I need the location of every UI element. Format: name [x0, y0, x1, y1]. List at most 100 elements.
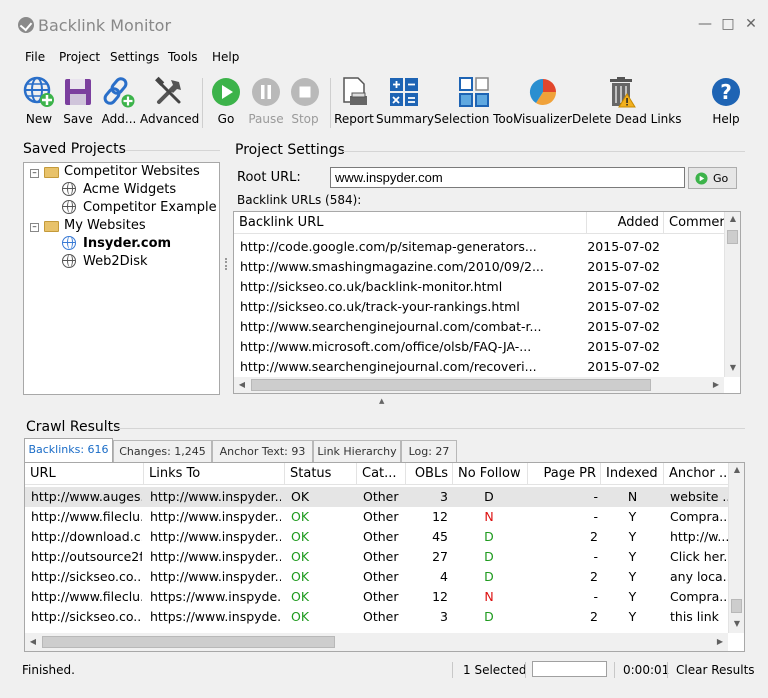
status-separator: [525, 662, 526, 678]
cell-page-pr: -: [593, 589, 598, 604]
cell-no-follow: D: [484, 489, 494, 504]
new-button[interactable]: New: [18, 72, 60, 128]
delete-dead-links-label: Delete Dead Links: [572, 112, 682, 126]
help-label: Help: [712, 112, 740, 126]
scroll-up-icon[interactable]: ▲: [725, 214, 740, 223]
scroll-thumb[interactable]: [251, 379, 651, 391]
menu-help[interactable]: Help: [212, 50, 239, 64]
crawl-results-grid[interactable]: URL Links To Status Cat... OBLs No Follo…: [24, 462, 745, 652]
column-header-url[interactable]: URL: [25, 463, 144, 485]
scroll-thumb[interactable]: [42, 636, 335, 648]
table-row[interactable]: http://www.searchenginejournal.com/recov…: [234, 357, 724, 377]
column-header-category[interactable]: Cat...: [357, 463, 406, 485]
scroll-left-icon[interactable]: ◀: [234, 380, 250, 389]
cell-added: 2015-07-02: [587, 339, 660, 354]
tree-item-insyder[interactable]: Insyder.com: [83, 235, 171, 253]
report-button[interactable]: Report: [334, 72, 374, 128]
clear-results-button[interactable]: Clear Results: [676, 660, 755, 680]
visualizer-button[interactable]: Visualizer: [514, 72, 572, 128]
go-button[interactable]: Go: [207, 72, 245, 128]
vertical-splitter[interactable]: [225, 258, 227, 270]
tab-log[interactable]: Log: 27: [401, 440, 457, 462]
backlink-urls-grid[interactable]: Backlink URL Added Commer http://code.go…: [233, 211, 741, 394]
save-button[interactable]: Save: [60, 72, 96, 128]
horizontal-scrollbar[interactable]: ◀ ▶: [234, 377, 724, 393]
menu-settings[interactable]: Settings: [110, 50, 159, 64]
cell-obls: 27: [432, 549, 448, 564]
splitter-up-icon[interactable]: ▲: [379, 397, 384, 405]
tree-group-competitor-websites[interactable]: Competitor Websites: [64, 163, 200, 181]
table-row[interactable]: http://www.auges... http://www.inspyder..…: [25, 487, 728, 507]
project-tree[interactable]: – Competitor Websites Acme Widgets Compe…: [23, 162, 220, 395]
minimize-icon[interactable]: —: [695, 14, 715, 34]
table-row[interactable]: http://www.smashingmagazine.com/2010/09/…: [234, 257, 724, 277]
scroll-right-icon[interactable]: ▶: [708, 380, 724, 389]
cell-backlink-url: http://www.searchenginejournal.com/recov…: [240, 359, 537, 374]
table-row[interactable]: http://code.google.com/p/sitemap-generat…: [234, 237, 724, 257]
go-label: Go: [217, 112, 235, 126]
selection-tool-button[interactable]: Selection Tool: [434, 72, 516, 128]
column-header-status[interactable]: Status: [285, 463, 357, 485]
table-row[interactable]: http://outsource2f... http://www.inspyder…: [25, 547, 728, 567]
vertical-scrollbar[interactable]: ▲ ▼: [728, 463, 744, 633]
root-url-input[interactable]: [330, 167, 685, 188]
scroll-down-icon[interactable]: ▼: [725, 363, 740, 372]
tab-link-hierarchy[interactable]: Link Hierarchy: [313, 440, 401, 462]
delete-dead-links-button[interactable]: Delete Dead Links: [572, 72, 682, 128]
column-header-comments[interactable]: Commer: [664, 212, 724, 234]
table-row[interactable]: http://www.microsoft.com/office/olsb/FAQ…: [234, 337, 724, 357]
column-header-backlink-url[interactable]: Backlink URL: [234, 212, 587, 234]
root-url-go-button[interactable]: Go: [688, 167, 737, 189]
tree-item-acme-widgets[interactable]: Acme Widgets: [83, 181, 176, 199]
pause-button[interactable]: Pause: [246, 72, 286, 128]
table-row[interactable]: http://www.fileclu... http://www.inspyder…: [25, 507, 728, 527]
tree-group-my-websites[interactable]: My Websites: [64, 217, 146, 235]
menu-file[interactable]: File: [25, 50, 45, 64]
collapse-toggle-icon[interactable]: –: [30, 223, 39, 232]
cell-category: Other: [363, 609, 399, 624]
scroll-down-icon[interactable]: ▼: [729, 619, 744, 628]
cell-status: OK: [291, 529, 310, 544]
table-row[interactable]: http://sickseo.co.uk/track-your-rankings…: [234, 297, 724, 317]
scroll-thumb[interactable]: [727, 230, 738, 244]
help-button[interactable]: ? Help: [706, 72, 746, 128]
scroll-up-icon[interactable]: ▲: [729, 465, 744, 474]
scroll-left-icon[interactable]: ◀: [25, 637, 41, 646]
column-header-indexed[interactable]: Indexed: [601, 463, 664, 485]
pie-chart-icon: [529, 78, 557, 106]
calculator-icon: [390, 78, 418, 106]
stop-button[interactable]: Stop: [286, 72, 324, 128]
table-row[interactable]: http://www.fileclu... https://www.inspyde…: [25, 587, 728, 607]
add-button[interactable]: Add...: [98, 72, 140, 128]
maximize-icon[interactable]: □: [718, 14, 738, 34]
table-row[interactable]: http://www.searchenginejournal.com/comba…: [234, 317, 724, 337]
column-header-obls[interactable]: OBLs: [406, 463, 453, 485]
collapse-toggle-icon[interactable]: –: [30, 169, 39, 178]
table-row[interactable]: http://download.c... http://www.inspyder.…: [25, 527, 728, 547]
close-icon[interactable]: ✕: [741, 14, 761, 34]
advanced-button[interactable]: Advanced: [140, 72, 199, 128]
tree-item-web2disk[interactable]: Web2Disk: [83, 253, 148, 271]
menu-tools[interactable]: Tools: [168, 50, 198, 64]
tree-item-competitor-example[interactable]: Competitor Example: [83, 199, 217, 217]
column-header-no-follow[interactable]: No Follow: [453, 463, 528, 485]
column-header-page-pr[interactable]: Page PR: [528, 463, 601, 485]
tab-changes[interactable]: Changes: 1,245: [113, 440, 212, 462]
menu-project[interactable]: Project: [59, 50, 100, 64]
tab-anchor-text[interactable]: Anchor Text: 93: [212, 440, 313, 462]
column-header-added[interactable]: Added: [587, 212, 664, 234]
vertical-scrollbar[interactable]: ▲ ▼: [724, 212, 740, 377]
horizontal-scrollbar[interactable]: ◀ ▶: [25, 633, 728, 651]
scroll-right-icon[interactable]: ▶: [712, 637, 728, 646]
app-logo-icon: [18, 17, 34, 33]
column-header-anchor[interactable]: Anchor ...: [664, 463, 728, 485]
summary-button[interactable]: Summary: [376, 72, 434, 128]
scroll-thumb[interactable]: [731, 599, 742, 613]
project-settings-title: Project Settings: [235, 142, 345, 158]
table-row[interactable]: http://sickseo.co.uk/backlink-monitor.ht…: [234, 277, 724, 297]
tab-backlinks[interactable]: Backlinks: 616: [24, 438, 113, 463]
column-header-links-to[interactable]: Links To: [144, 463, 285, 485]
table-row[interactable]: http://sickseo.co.... https://www.inspyde…: [25, 607, 728, 627]
table-row[interactable]: http://sickseo.co.... http://www.inspyder…: [25, 567, 728, 587]
cell-page-pr: -: [593, 549, 598, 564]
